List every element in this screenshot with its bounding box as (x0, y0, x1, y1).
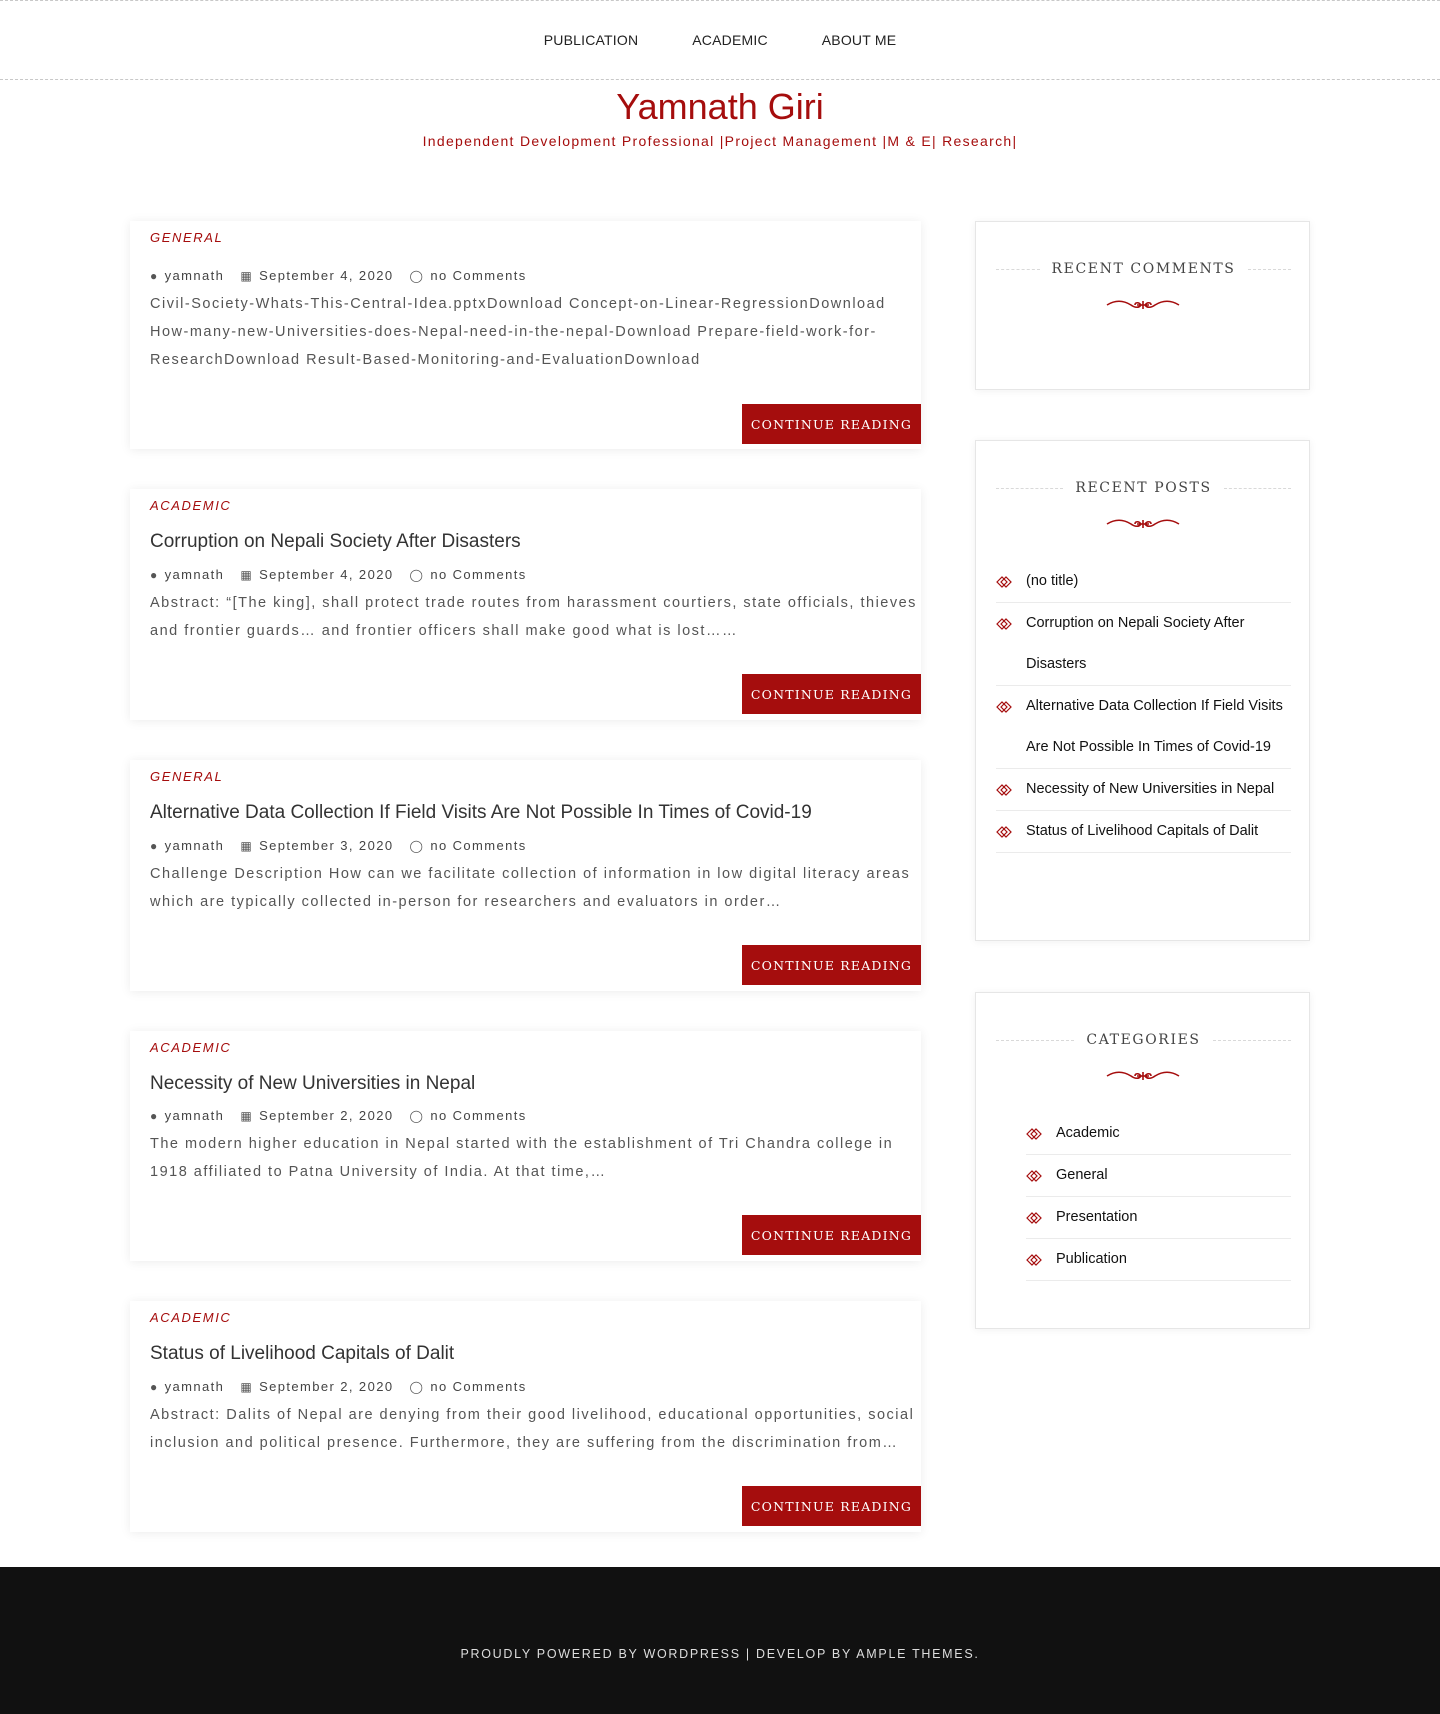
category-item[interactable]: Academic (1026, 1113, 1291, 1155)
post-meta: ● yamnath ▦ September 4, 2020 ◯ no Comments (150, 567, 543, 582)
recent-post-item[interactable]: Status of Livelihood Capitals of Dalit (996, 811, 1291, 853)
category-item[interactable]: Publication (1026, 1239, 1291, 1281)
post-date[interactable]: ▦ September 2, 2020 (240, 1379, 393, 1394)
post-excerpt: The modern higher education in Nepal sta… (150, 1136, 894, 1180)
continue-reading-button[interactable]: CONTINUE READING (742, 674, 921, 714)
recent-post-item[interactable]: (no title) (996, 561, 1291, 603)
calendar-icon: ▦ (240, 567, 254, 582)
user-icon: ● (150, 268, 159, 283)
recent-post-item[interactable]: Alternative Data Collection If Field Vis… (996, 686, 1291, 769)
post-comments[interactable]: ◯ no Comments (409, 838, 526, 853)
continue-reading-button[interactable]: CONTINUE READING (742, 1215, 921, 1255)
top-navigation: PUBLICATION ACADEMIC ABOUT ME (0, 0, 1440, 80)
widget-categories: CATEGORIES Academic General Presentation… (975, 992, 1310, 1329)
category-item[interactable]: General (1026, 1155, 1291, 1197)
post-excerpt: Abstract: “[The king], shall protect tra… (150, 595, 917, 639)
post-author[interactable]: ● yamnath (150, 838, 224, 853)
footer-credits[interactable]: PROUDLY POWERED BY WORDPRESS | DEVELOP B… (0, 1647, 1440, 1661)
post-date[interactable]: ▦ September 3, 2020 (240, 838, 393, 853)
post-meta: ● yamnath ▦ September 2, 2020 ◯ no Comments (150, 1108, 543, 1123)
ornament-bullet-icon (1026, 1128, 1042, 1140)
ornament-divider-icon (1106, 300, 1180, 309)
nav-item-publication[interactable]: PUBLICATION (544, 32, 639, 48)
calendar-icon: ▦ (240, 268, 254, 283)
post-category[interactable]: GENERAL (150, 230, 223, 245)
nav-item-academic[interactable]: ACADEMIC (692, 32, 768, 48)
post-card: ACADEMIC Corruption on Nepali Society Af… (130, 489, 921, 720)
ornament-divider-icon (1106, 519, 1180, 528)
post-comments[interactable]: ◯ no Comments (409, 1379, 526, 1394)
user-icon: ● (150, 838, 159, 853)
post-category[interactable]: GENERAL (150, 769, 223, 784)
continue-reading-button[interactable]: CONTINUE READING (742, 1486, 921, 1526)
widget-title: RECENT COMMENTS (996, 261, 1291, 277)
post-card: ACADEMIC Status of Livelihood Capitals o… (130, 1301, 921, 1532)
ornament-bullet-icon (996, 576, 1012, 588)
post-card: GENERAL Alternative Data Collection If F… (130, 760, 921, 991)
widget-title: CATEGORIES (996, 1032, 1292, 1048)
post-comments[interactable]: ◯ no Comments (409, 567, 526, 582)
ornament-bullet-icon (1026, 1212, 1042, 1224)
post-comments[interactable]: ◯ no Comments (409, 1108, 526, 1123)
widget-title: RECENT POSTS (996, 480, 1292, 496)
comment-icon: ◯ (409, 268, 425, 283)
post-title[interactable]: Status of Livelihood Capitals of Dalit (150, 1343, 454, 1365)
post-date[interactable]: ▦ September 4, 2020 (240, 567, 393, 582)
post-author[interactable]: ● yamnath (150, 268, 224, 283)
continue-reading-button[interactable]: CONTINUE READING (742, 404, 921, 444)
post-title[interactable]: Corruption on Nepali Society After Disas… (150, 531, 521, 553)
post-excerpt: Challenge Description How can we facilit… (150, 866, 911, 910)
calendar-icon: ▦ (240, 1379, 254, 1394)
comment-icon: ◯ (409, 1379, 425, 1394)
nav-item-about-me[interactable]: ABOUT ME (822, 32, 896, 48)
categories-list: Academic General Presentation Publicatio… (1026, 1113, 1291, 1281)
post-card: ACADEMIC Necessity of New Universities i… (130, 1031, 921, 1261)
recent-post-item[interactable]: Necessity of New Universities in Nepal (996, 769, 1291, 811)
post-author[interactable]: ● yamnath (150, 1108, 224, 1123)
post-excerpt: Abstract: Dalits of Nepal are denying fr… (150, 1407, 915, 1451)
post-date[interactable]: ▦ September 4, 2020 (240, 268, 393, 283)
calendar-icon: ▦ (240, 1108, 254, 1123)
post-excerpt: Civil-Society-Whats-This-Central-Idea.pp… (150, 296, 886, 368)
ornament-divider-icon (1106, 1071, 1180, 1080)
post-category[interactable]: ACADEMIC (150, 1040, 231, 1055)
ornament-bullet-icon (996, 784, 1012, 796)
site-tagline: Independent Development Professional |Pr… (422, 133, 1018, 149)
user-icon: ● (150, 1379, 159, 1394)
calendar-icon: ▦ (240, 838, 254, 853)
post-date[interactable]: ▦ September 2, 2020 (240, 1108, 393, 1123)
post-meta: ● yamnath ▦ September 3, 2020 ◯ no Comments (150, 838, 543, 853)
user-icon: ● (150, 567, 159, 582)
post-meta: ● yamnath ▦ September 2, 2020 ◯ no Comments (150, 1379, 543, 1394)
post-title[interactable]: Alternative Data Collection If Field Vis… (150, 802, 812, 824)
comment-icon: ◯ (409, 838, 425, 853)
recent-posts-list: (no title) Corruption on Nepali Society … (996, 561, 1291, 853)
post-comments[interactable]: ◯ no Comments (409, 268, 526, 283)
ornament-bullet-icon (1026, 1170, 1042, 1182)
comment-icon: ◯ (409, 1108, 425, 1123)
user-icon: ● (150, 1108, 159, 1123)
comment-icon: ◯ (409, 567, 425, 582)
post-author[interactable]: ● yamnath (150, 1379, 224, 1394)
post-category[interactable]: ACADEMIC (150, 1310, 231, 1325)
site-title[interactable]: Yamnath Giri (0, 86, 1440, 128)
widget-recent-comments: RECENT COMMENTS (975, 221, 1310, 390)
category-item[interactable]: Presentation (1026, 1197, 1291, 1239)
post-meta: ● yamnath ▦ September 4, 2020 ◯ no Comments (150, 268, 543, 283)
recent-post-item[interactable]: Corruption on Nepali Society After Disas… (996, 603, 1291, 686)
ornament-bullet-icon (1026, 1254, 1042, 1266)
post-author[interactable]: ● yamnath (150, 567, 224, 582)
widget-recent-posts: RECENT POSTS (no title) Corruption on Ne… (975, 440, 1310, 941)
site-footer: PROUDLY POWERED BY WORDPRESS | DEVELOP B… (0, 1567, 1440, 1714)
post-title[interactable]: Necessity of New Universities in Nepal (150, 1073, 475, 1095)
ornament-bullet-icon (996, 826, 1012, 838)
post-card: GENERAL ● yamnath ▦ September 4, 2020 ◯ no … (130, 221, 921, 449)
ornament-bullet-icon (996, 701, 1012, 713)
continue-reading-button[interactable]: CONTINUE READING (742, 945, 921, 985)
post-category[interactable]: ACADEMIC (150, 498, 231, 513)
ornament-bullet-icon (996, 618, 1012, 630)
